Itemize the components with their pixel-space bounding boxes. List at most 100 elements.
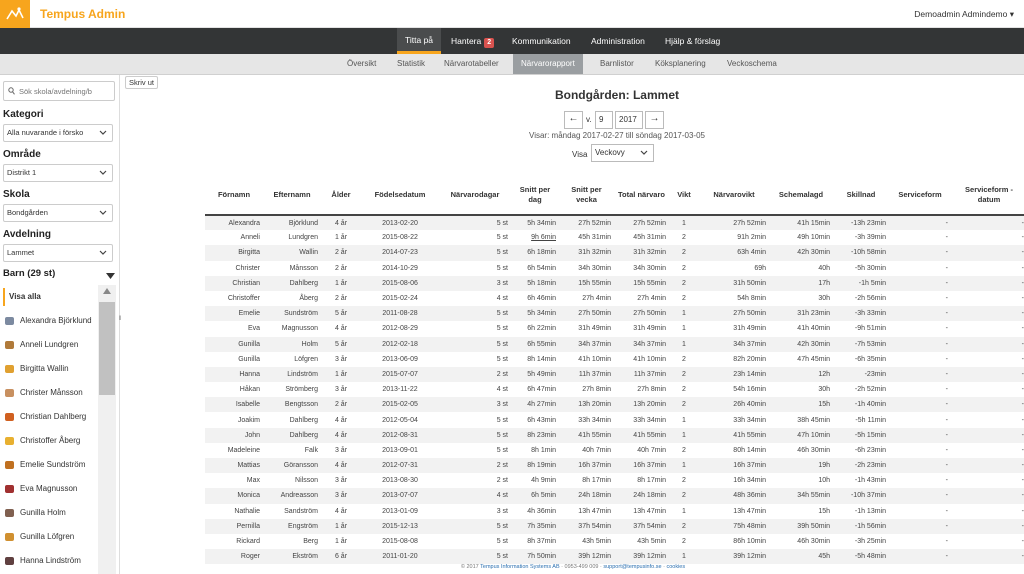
user-menu[interactable]: Demoadmin Admindemo ▾ — [914, 9, 1014, 20]
table-row[interactable]: Emelie Sundström 5 år 2011-08-28 5 st 5h 34mi… — [205, 306, 1024, 322]
footer-cookies-link[interactable]: cookies — [666, 564, 685, 570]
column-header[interactable]: Efternamn — [263, 175, 321, 216]
scroll-up-icon[interactable] — [103, 288, 111, 294]
table-row[interactable]: John Dahlberg 4 år 2012-08-31 5 st 8h 23min 41… — [205, 427, 1024, 443]
table-cell: 5 st — [439, 336, 511, 352]
list-item[interactable]: Gunilla Holm — [0, 501, 98, 525]
column-header[interactable]: Närvarodagar — [439, 175, 511, 216]
sidebar-scrollbar[interactable] — [98, 285, 116, 574]
column-header[interactable]: Serviceform — [889, 175, 951, 216]
column-header[interactable]: Total närvaro — [614, 175, 669, 216]
column-header[interactable]: Schemalagd — [769, 175, 833, 216]
table-row[interactable]: Isabelle Bengtsson 2 år 2015-02-05 3 st 4h 27… — [205, 397, 1024, 413]
table-cell: Eva — [247, 325, 260, 333]
nav-hantera[interactable]: Hantera 2 — [443, 28, 502, 54]
table-row[interactable]: Gunilla Holm 5 år 2012-02-18 5 st 6h 55min 34h… — [205, 336, 1024, 352]
table-row[interactable]: Roger Ekström 6 år 2011-01-20 5 st 7h 50min 39… — [205, 549, 1024, 564]
nav-titta-pa[interactable]: Titta på — [397, 28, 442, 54]
week-input[interactable]: 9 — [595, 111, 613, 129]
list-item[interactable]: Birgitta Wallin — [0, 357, 98, 381]
column-header[interactable]: Förnamn — [205, 175, 263, 216]
table-row[interactable]: Nathalie Sandström 4 år 2013-01-09 3 st 4h 36… — [205, 504, 1024, 519]
nav-administration[interactable]: Administration — [583, 28, 653, 54]
search-box[interactable] — [3, 81, 115, 101]
tempus-logo-icon[interactable] — [0, 0, 30, 28]
list-item[interactable]: Christer Månsson — [0, 381, 98, 405]
table-cell: Magnusson — [281, 325, 318, 333]
list-item[interactable]: Christoffer Åberg — [0, 429, 98, 453]
table-row[interactable]: Mattias Göransson 4 år 2012-07-31 2 st 8h 19m… — [205, 458, 1024, 474]
table-cell: 39h 12min — [699, 549, 769, 564]
table-cell: 2 år — [321, 397, 361, 413]
table-row[interactable]: Max Nilsson 3 år 2013-08-30 2 st 4h 9min 8h 17… — [205, 473, 1024, 488]
table-cell: 2 år — [334, 264, 348, 272]
table-cell: Göransson — [263, 458, 321, 474]
column-header[interactable]: Snitt per vecka — [559, 175, 614, 216]
table-row[interactable]: Birgitta Wallin 2 år 2014-07-23 5 st 6h 18min… — [205, 245, 1024, 261]
column-header[interactable]: Vikt — [669, 175, 699, 216]
omrade-select[interactable]: Distrikt 1 — [3, 164, 113, 182]
scrollbar-thumb[interactable] — [99, 302, 115, 395]
tab-veckoschema[interactable]: Veckoschema — [719, 54, 785, 74]
tab-statistik[interactable]: Statistik — [389, 54, 433, 74]
column-header[interactable]: Skillnad — [833, 175, 889, 216]
list-item[interactable]: Alexandra Björklund — [0, 309, 98, 333]
arrow-left-icon[interactable]: ← — [564, 111, 583, 129]
table-row[interactable]: Rickard Berg 1 år 2015-08-08 5 st 8h 37min 43h… — [205, 534, 1024, 549]
select-value: Distrikt 1 — [7, 168, 37, 177]
table-row[interactable]: Christoffer Åberg 2 år 2015-02-24 4 st 6h 46m… — [205, 291, 1024, 306]
tab-narvarotabeller[interactable]: Närvarotabeller — [436, 54, 507, 74]
table-cell: 41h 10min — [633, 355, 666, 363]
table-cell: - — [945, 416, 948, 424]
table-row[interactable]: Christer Månsson 2 år 2014-10-29 5 st 6h 54mi… — [205, 261, 1024, 276]
table-row[interactable]: Anneli Lundgren 1 år 2015-08-22 5 st 9h 6min 4… — [205, 230, 1024, 245]
table-cell: Nathalie — [234, 507, 260, 515]
list-item[interactable]: Christian Dahlberg — [0, 405, 98, 429]
list-item[interactable]: Anneli Lundgren — [0, 333, 98, 357]
table-row[interactable]: Joakim Dahlberg 4 år 2012-05-04 5 st 6h 43min… — [205, 412, 1024, 427]
table-row[interactable]: Christian Dahlberg 1 år 2015-08-06 3 st 5h 18… — [205, 275, 1024, 291]
year-input[interactable]: 2017 — [615, 111, 643, 129]
child-avatar-icon — [5, 437, 14, 445]
table-row[interactable]: Alexandra Björklund 4 år 2013-02-20 5 st 5h 3… — [205, 215, 1024, 231]
table-cell: - — [945, 386, 948, 394]
table-row[interactable]: Madeleine Falk 3 år 2013-09-01 5 st 8h 1min 40… — [205, 443, 1024, 458]
select-value: Alla nuvarande i försko — [7, 128, 84, 137]
tab-narvarorapport[interactable]: Närvarorapport — [513, 54, 583, 74]
table-cell: 39h 12min — [559, 549, 614, 564]
kategori-select[interactable]: Alla nuvarande i försko — [3, 124, 113, 142]
column-header[interactable]: Serviceform - datum — [951, 175, 1024, 216]
column-header[interactable]: Födelsedatum — [361, 175, 439, 216]
table-row[interactable]: Hanna Lindström 1 år 2015-07-07 2 st 5h 49min… — [205, 366, 1024, 383]
table-row[interactable]: Monica Andreasson 3 år 2013-07-07 4 st 6h 5mi… — [205, 488, 1024, 504]
table-row[interactable]: Eva Magnusson 4 år 2012-08-29 5 st 6h 22min 31… — [205, 321, 1024, 336]
table-row[interactable]: Håkan Strömberg 3 år 2013-11-22 4 st 6h 47min… — [205, 382, 1024, 397]
tab-oversikt[interactable]: Översikt — [339, 54, 384, 74]
table-row[interactable]: Gunilla Löfgren 3 år 2013-06-09 5 st 8h 14min… — [205, 352, 1024, 367]
triangle-down-icon[interactable] — [106, 273, 115, 279]
footer-company-link[interactable]: Tempus Information Systems AB — [480, 564, 559, 570]
tab-barnlistor[interactable]: Barnlistor — [592, 54, 642, 74]
column-header[interactable]: Ålder — [321, 175, 361, 216]
table-cell: -3h 39min — [854, 234, 886, 242]
visa-select[interactable]: Veckovy — [591, 144, 654, 162]
list-item[interactable]: Hanna Lindström — [0, 549, 98, 573]
tab-koksplanering[interactable]: Köksplanering — [647, 54, 714, 74]
arrow-right-icon[interactable]: → — [645, 111, 664, 129]
avdelning-select[interactable]: Lammet — [3, 244, 113, 262]
app-brand[interactable]: Tempus Admin — [40, 7, 125, 21]
table-cell[interactable]: 9h 6min — [511, 230, 559, 245]
skola-select[interactable]: Bondgården — [3, 204, 113, 222]
visa-alla-item[interactable]: Visa alla — [3, 288, 97, 306]
nav-kommunikation[interactable]: Kommunikation — [504, 28, 579, 54]
table-cell: 7h 35min — [511, 518, 559, 534]
list-item[interactable]: Emelie Sundström — [0, 453, 98, 477]
footer-email-link[interactable]: support@tempusinfo.se — [603, 564, 661, 570]
table-row[interactable]: Pernilla Engström 1 år 2015-12-13 5 st 7h 35m… — [205, 518, 1024, 534]
column-header[interactable]: Snitt per dag — [511, 175, 559, 216]
list-item[interactable]: Eva Magnusson — [0, 477, 98, 501]
search-input[interactable] — [17, 84, 112, 98]
list-item[interactable]: Gunilla Löfgren — [0, 525, 98, 549]
column-header[interactable]: Närvarovikt — [699, 175, 769, 216]
nav-hjalp[interactable]: Hjälp & förslag — [657, 28, 728, 54]
